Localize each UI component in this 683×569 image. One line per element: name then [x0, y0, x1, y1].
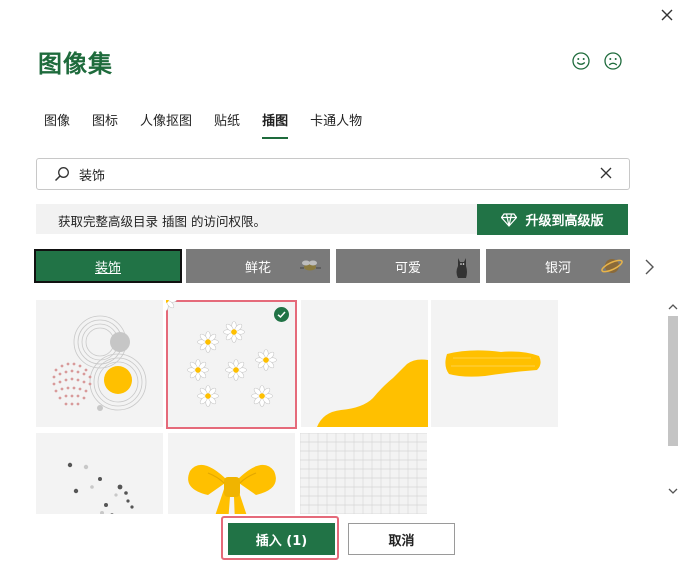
frown-icon — [604, 52, 622, 70]
tab-cutout-people[interactable]: 人像抠图 — [140, 110, 192, 139]
tab-illustrations[interactable]: 插图 — [262, 110, 289, 139]
premium-message: 获取完整高级目录 插图 的访问权限。 — [58, 214, 266, 229]
smile-icon — [572, 52, 590, 70]
chip-galaxy[interactable]: 银河 — [486, 249, 630, 283]
scroll-up-icon[interactable] — [665, 300, 681, 314]
tile-daisies[interactable] — [166, 300, 297, 429]
tile-yellow-wave[interactable] — [301, 300, 428, 427]
premium-banner: 获取完整高级目录 插图 的访问权限。 升级到高级版 — [36, 204, 628, 235]
tab-cartoon-people[interactable]: 卡通人物 — [310, 110, 362, 139]
upgrade-button[interactable]: 升级到高级版 — [477, 204, 628, 235]
tile-yellow-bow[interactable] — [168, 433, 295, 514]
insert-button[interactable]: 插入 (1) — [228, 523, 335, 555]
chips-next-button[interactable] — [643, 258, 655, 280]
upgrade-label: 升级到高级版 — [525, 214, 604, 229]
chip-cute[interactable]: 可爱 — [336, 249, 480, 283]
yellow-brush-stroke-illustration — [445, 350, 541, 377]
dialog-title: 图像集 — [38, 50, 113, 78]
diamond-icon — [501, 212, 518, 227]
bee-icon — [300, 260, 321, 271]
tile-yellow-brush[interactable] — [431, 300, 558, 427]
yellow-wave-illustration — [317, 359, 428, 427]
illustration-grid — [36, 300, 661, 514]
frown-feedback-button[interactable] — [604, 52, 622, 70]
close-button[interactable] — [656, 4, 678, 26]
smile-feedback-button[interactable] — [572, 52, 590, 70]
selected-check-icon — [274, 307, 289, 322]
scattered-dots-illustration — [67, 462, 134, 514]
tile-grid-paper[interactable] — [300, 433, 427, 514]
circles-illustration — [52, 315, 147, 411]
scroll-thumb[interactable] — [668, 316, 678, 446]
yellow-bow-illustration — [188, 464, 276, 514]
chip-flowers[interactable]: 鲜花 — [186, 249, 330, 283]
scroll-down-icon[interactable] — [665, 484, 681, 498]
grid-scrollbar[interactable] — [665, 300, 681, 514]
tab-icons[interactable]: 图标 — [92, 110, 118, 139]
tile-circles[interactable] — [36, 300, 163, 427]
planet-icon — [601, 259, 623, 273]
chip-label: 装饰 — [94, 260, 121, 276]
grid-paper-illustration — [300, 433, 427, 514]
cancel-button[interactable]: 取消 — [348, 523, 455, 555]
search-input[interactable] — [77, 163, 601, 185]
chip-label: 鲜花 — [244, 260, 271, 276]
search-icon — [54, 167, 69, 182]
search-box — [36, 158, 630, 190]
tile-scattered-dots[interactable] — [36, 433, 163, 514]
clear-icon[interactable] — [599, 166, 613, 180]
image-collection-dialog: 图像集 图像 图标 人像抠图 贴纸 插图 卡通人物 获取完整高级目 — [0, 0, 683, 569]
close-icon — [661, 9, 673, 21]
cat-icon — [456, 258, 467, 278]
chip-decoration[interactable]: 装饰 — [34, 249, 182, 283]
tab-images[interactable]: 图像 — [44, 110, 70, 139]
dialog-footer — [0, 514, 683, 569]
chip-label: 银河 — [544, 260, 571, 276]
chip-label: 可爱 — [394, 260, 421, 276]
chevron-right-icon — [645, 259, 654, 275]
tab-stickers[interactable]: 贴纸 — [214, 110, 240, 139]
category-tabs: 图像 图标 人像抠图 贴纸 插图 卡通人物 — [44, 110, 384, 139]
